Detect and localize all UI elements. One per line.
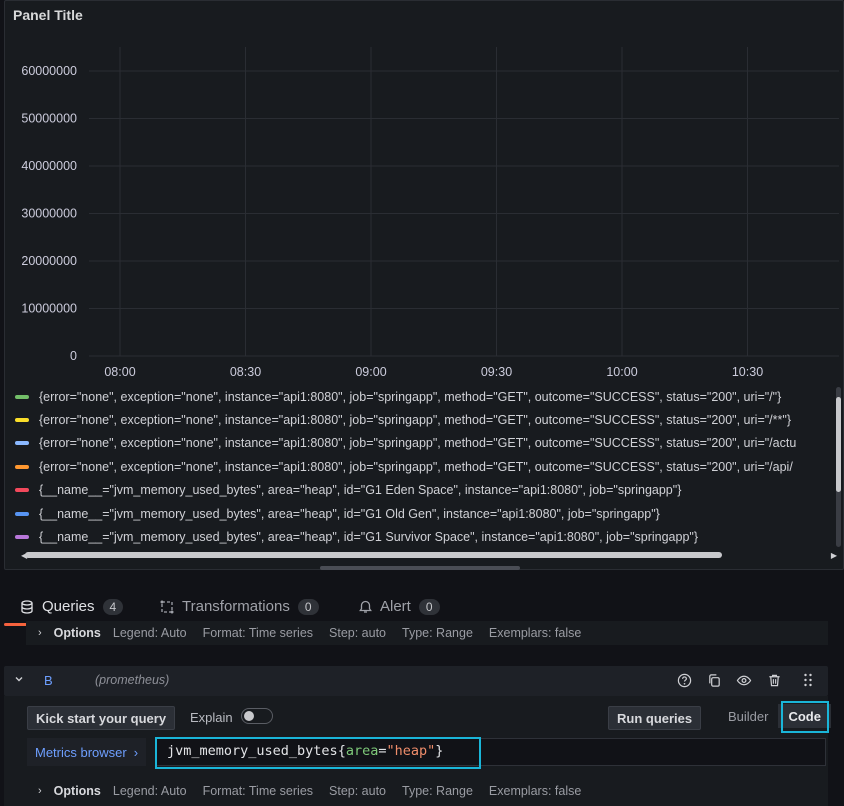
code-mode-highlight xyxy=(781,701,829,733)
tab-alert-label: Alert xyxy=(380,598,411,615)
metrics-browser-label: Metrics browser xyxy=(35,744,127,760)
bell-icon xyxy=(358,600,372,614)
query-input-highlight xyxy=(155,737,481,769)
options-legend: Legend: Auto xyxy=(112,626,187,640)
run-queries-button[interactable]: Run queries xyxy=(608,706,702,730)
query-datasource-name: (prometheus) xyxy=(95,673,170,687)
legend-horizontal-scroll-thumb[interactable] xyxy=(25,552,722,558)
y-tick-label: 0 xyxy=(70,349,77,363)
legend-label: {error="none", exception="none", instanc… xyxy=(39,413,791,428)
legend-color-swatch xyxy=(15,535,29,540)
time-series-chart[interactable]: 60000000 50000000 40000000 30000000 20000000… xyxy=(5,1,844,385)
options-title: Options xyxy=(53,784,101,798)
options-legend: Legend: Auto xyxy=(112,784,187,798)
transform-icon xyxy=(160,600,174,614)
query-a-options-row[interactable]: › Options Legend: Auto Format: Time seri… xyxy=(26,621,828,645)
options-format: Format: Time series xyxy=(202,626,314,640)
legend-label: {__name__="jvm_memory_used_bytes", area=… xyxy=(39,506,660,521)
y-tick-label: 20000000 xyxy=(21,254,77,268)
builder-mode-option[interactable]: Builder xyxy=(718,704,778,728)
query-b-options-row[interactable]: › Options Legend: Auto Format: Time seri… xyxy=(26,779,828,803)
drag-handle-icon[interactable] xyxy=(800,672,816,688)
legend-color-swatch xyxy=(15,394,29,399)
trash-icon[interactable] xyxy=(766,672,782,688)
legend-item[interactable]: {error="none", exception="none", instanc… xyxy=(15,455,837,478)
y-tick-label: 30000000 xyxy=(21,207,77,221)
options-step: Step: auto xyxy=(329,626,387,640)
legend-label: {error="none", exception="none", instanc… xyxy=(39,436,797,451)
legend-color-swatch xyxy=(15,488,29,493)
legend-color-swatch xyxy=(15,441,29,446)
explain-label: Explain xyxy=(190,710,233,725)
tab-queries-count: 4 xyxy=(102,598,124,615)
legend-color-swatch xyxy=(15,418,29,423)
options-type: Type: Range xyxy=(402,784,473,798)
x-tick-label: 10:30 xyxy=(732,365,763,379)
panel-resize-handle[interactable] xyxy=(320,566,520,570)
options-type: Type: Range xyxy=(402,626,473,640)
chevron-right-icon[interactable]: › xyxy=(38,785,42,797)
y-tick-label: 50000000 xyxy=(21,112,77,126)
chart-legend: {error="none", exception="none", instanc… xyxy=(15,385,837,550)
tab-queries[interactable]: Queries 4 xyxy=(20,598,124,615)
query-row-actions xyxy=(676,672,816,688)
legend-label: {__name__="jvm_memory_used_bytes", area=… xyxy=(39,483,682,498)
options-format: Format: Time series xyxy=(202,784,314,798)
legend-vertical-scroll-thumb[interactable] xyxy=(836,397,841,492)
tab-transformations[interactable]: Transformations 0 xyxy=(160,598,319,615)
x-tick-label: 10:00 xyxy=(606,365,637,379)
query-editor: › Options Legend: Auto Format: Time seri… xyxy=(0,621,844,806)
chevron-down-icon[interactable] xyxy=(14,674,24,687)
legend-item[interactable]: {error="none", exception="none", instanc… xyxy=(15,408,837,431)
query-b-header[interactable]: B (prometheus) xyxy=(4,666,828,696)
legend-item[interactable]: {__name__="jvm_memory_used_bytes", area=… xyxy=(15,502,837,525)
chevron-right-icon[interactable]: › xyxy=(38,627,42,639)
y-tick-label: 60000000 xyxy=(21,64,77,78)
eye-icon[interactable] xyxy=(736,672,752,688)
y-tick-label: 10000000 xyxy=(21,302,77,316)
tab-queries-label: Queries xyxy=(42,598,95,615)
tab-alert-count: 0 xyxy=(418,598,440,615)
y-tick-label: 40000000 xyxy=(21,159,77,173)
tab-transformations-label: Transformations xyxy=(182,598,290,615)
legend-item[interactable]: {error="none", exception="none", instanc… xyxy=(15,432,837,455)
legend-item[interactable]: {__name__="jvm_memory_used_bytes", area=… xyxy=(15,479,837,502)
x-tick-label: 08:30 xyxy=(230,365,261,379)
x-tick-label: 08:00 xyxy=(104,365,135,379)
explain-toggle-knob xyxy=(244,711,254,721)
legend-color-swatch xyxy=(15,511,29,516)
options-step: Step: auto xyxy=(329,784,387,798)
duplicate-icon[interactable] xyxy=(706,672,722,688)
metrics-browser-button[interactable]: Metrics browser › xyxy=(27,738,147,766)
x-tick-label: 09:30 xyxy=(481,365,512,379)
query-ref-id[interactable]: B xyxy=(44,673,53,688)
legend-label: {error="none", exception="none", instanc… xyxy=(39,389,782,404)
explain-toggle[interactable] xyxy=(241,708,273,724)
legend-color-swatch xyxy=(15,464,29,469)
time-series-panel: Panel Title 60000000 50000000 40000000 3000… xyxy=(4,0,844,570)
chevron-right-icon: › xyxy=(133,744,139,760)
tab-alert[interactable]: Alert 0 xyxy=(358,598,440,615)
legend-label: {error="none", exception="none", instanc… xyxy=(39,459,793,474)
legend-label: {__name__="jvm_memory_used_bytes", area=… xyxy=(39,530,699,545)
legend-item[interactable]: {__name__="jvm_memory_used_bytes", area=… xyxy=(15,525,837,548)
database-icon xyxy=(20,599,34,614)
options-title: Options xyxy=(53,626,101,640)
kick-start-query-button[interactable]: Kick start your query xyxy=(27,706,176,730)
legend-horizontal-scrollbar[interactable]: ◀ ▶ xyxy=(21,551,837,560)
options-exemplars: Exemplars: false xyxy=(488,784,582,798)
legend-item[interactable]: {error="none", exception="none", instanc… xyxy=(15,385,837,408)
x-tick-label: 09:00 xyxy=(355,365,386,379)
scroll-right-arrow-icon[interactable]: ▶ xyxy=(831,551,837,560)
help-icon[interactable] xyxy=(676,672,692,688)
legend-vertical-scrollbar[interactable] xyxy=(836,387,841,547)
options-exemplars: Exemplars: false xyxy=(488,626,582,640)
tab-transformations-count: 0 xyxy=(297,598,319,615)
